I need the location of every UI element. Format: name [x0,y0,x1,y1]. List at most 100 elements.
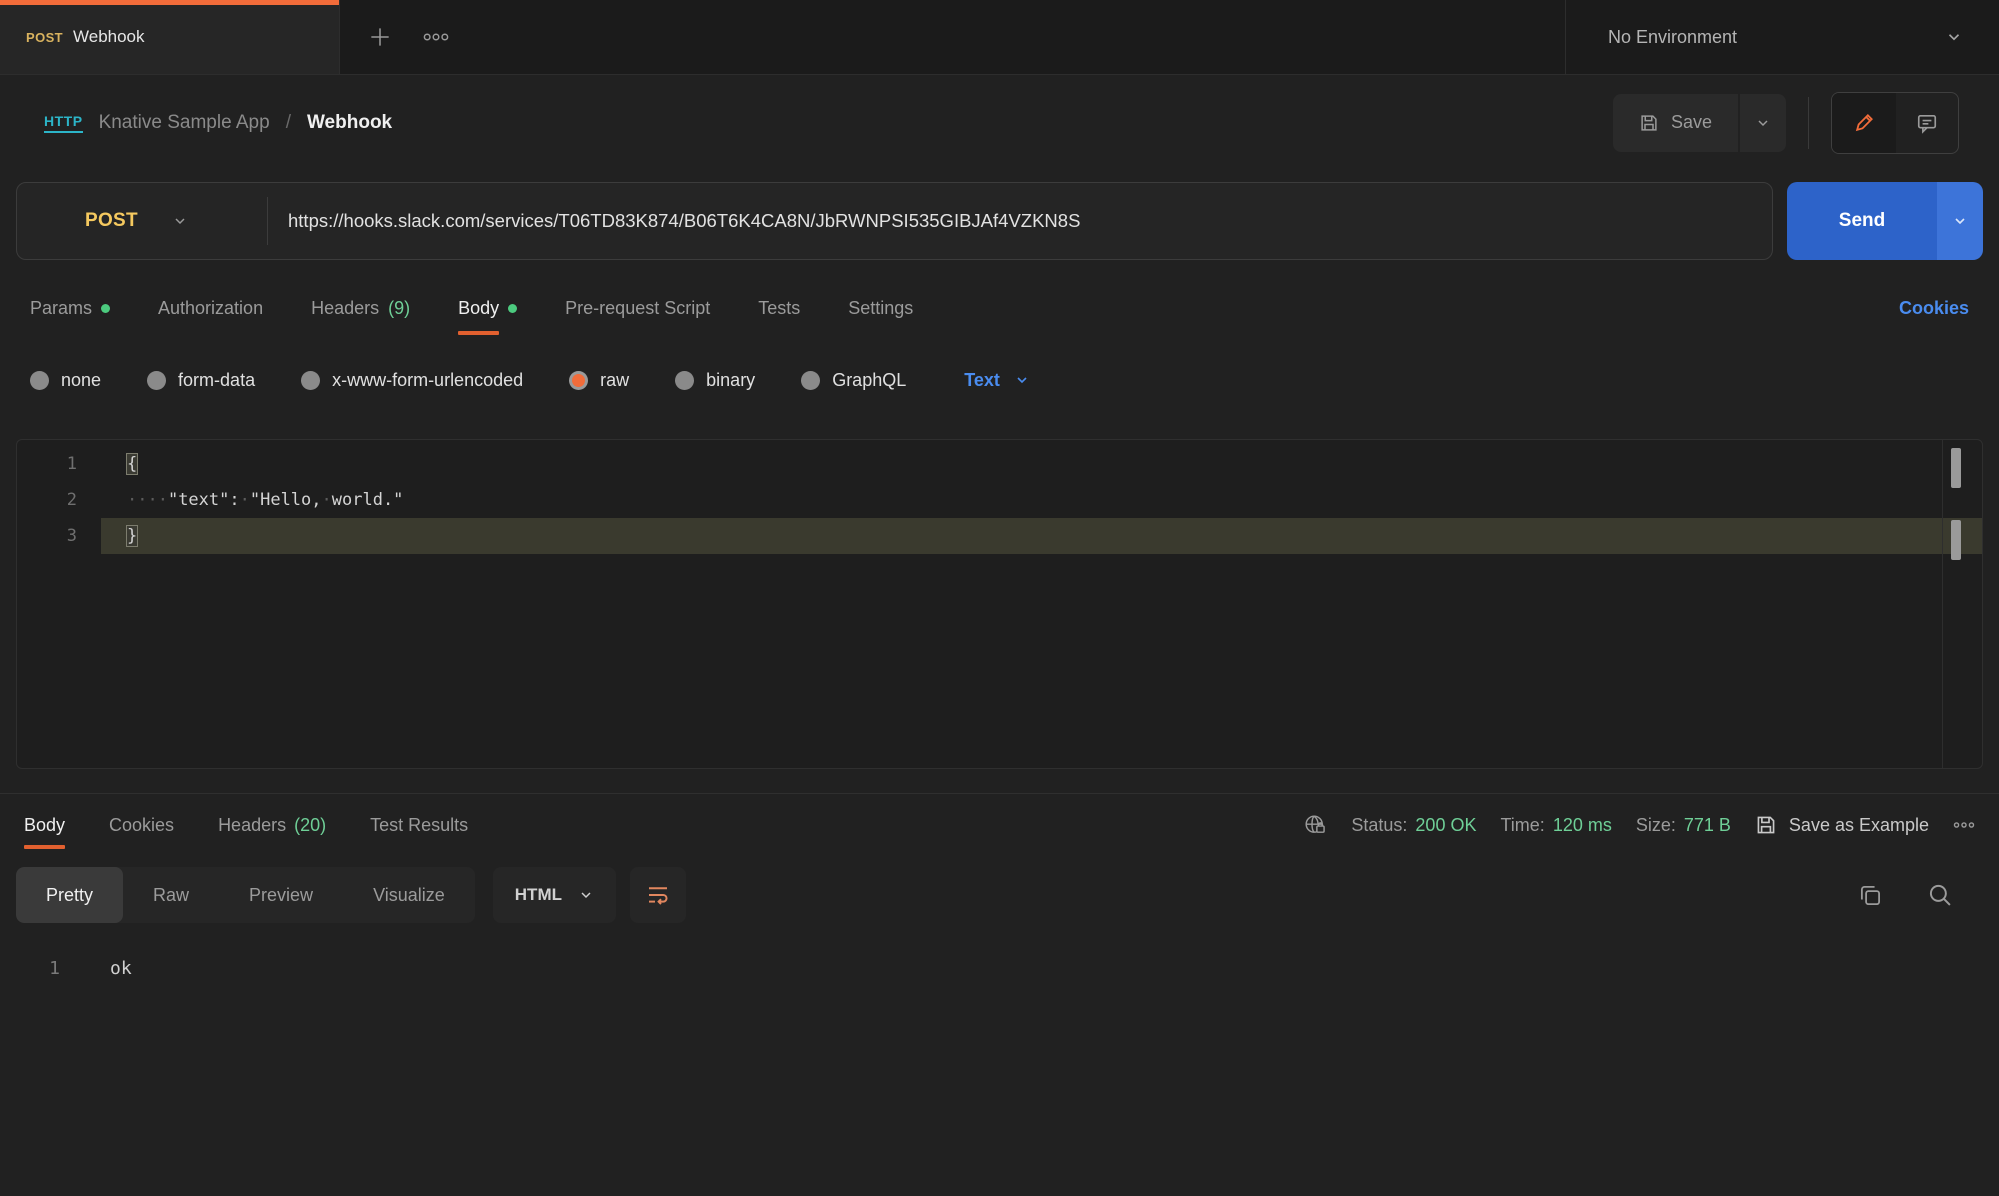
body-type-urlencoded[interactable]: x-www-form-urlencoded [301,370,523,391]
save-icon [1639,113,1659,133]
code-text: world." [332,490,404,510]
send-button-group: Send [1787,182,1983,260]
editor-line-active: 3 } [17,518,1982,554]
code-text: "Hello, [250,490,322,510]
tab-headers[interactable]: Headers (9) [311,272,410,345]
tab-options-button[interactable] [408,0,464,74]
actions-divider [1808,97,1809,149]
wrap-lines-button[interactable] [630,867,686,923]
chevron-down-icon [1945,28,1963,46]
body-type-form-data[interactable]: form-data [147,370,255,391]
raw-format-select[interactable]: Text [964,370,1030,391]
copy-response-button[interactable] [1857,882,1883,908]
tab-settings[interactable]: Settings [848,272,913,345]
status-indicator[interactable]: Status: 200 OK [1351,815,1476,836]
line-number: 1 [0,952,84,986]
request-body-editor[interactable]: 1 { 2 ····"text":·"Hello,·world." 3 } [16,439,1983,769]
body-active-dot [508,304,517,313]
edit-comment-group [1831,92,1959,154]
code-text: "text": [168,490,240,510]
response-line: 1 ok [0,952,1999,986]
body-type-graphql[interactable]: GraphQL [801,370,906,391]
response-tab-cookies[interactable]: Cookies [109,794,174,856]
tab-pre-request-script[interactable]: Pre-request Script [565,272,710,345]
line-number: 1 [17,446,101,482]
view-raw[interactable]: Raw [123,867,219,923]
tab-params[interactable]: Params [30,272,110,345]
method-select[interactable]: POST [17,210,267,232]
http-protocol-icon: HTTP [44,113,83,133]
new-tab-button[interactable] [352,0,408,74]
radio-icon [147,371,166,390]
body-type-none[interactable]: none [30,370,101,391]
save-button-label: Save [1671,112,1712,133]
tab-title: Webhook [73,27,145,47]
breadcrumb: HTTP Knative Sample App / Webhook [44,112,392,134]
environment-label: No Environment [1608,27,1737,48]
request-tab[interactable]: POST Webhook [0,0,340,74]
chevron-down-icon [1014,372,1030,388]
cookies-link[interactable]: Cookies [1899,298,1969,319]
request-header: HTTP Knative Sample App / Webhook Save [0,75,1999,170]
size-indicator[interactable]: Size: 771 B [1636,815,1731,836]
url-input[interactable] [268,210,1772,232]
time-indicator[interactable]: Time: 120 ms [1500,815,1611,836]
postman-app: POST Webhook No Environment HTTP Knative… [0,0,1999,1196]
chevron-down-icon [1755,115,1771,131]
active-tab-accent [0,0,339,5]
ruler-mark [1951,448,1961,488]
chevron-down-icon [172,213,188,229]
url-bar: POST [16,182,1773,260]
more-options-icon [1953,821,1975,829]
size-value: 771 B [1684,815,1731,836]
response-toolbar: Pretty Raw Preview Visualize HTML [0,856,1999,934]
comment-button[interactable] [1896,93,1958,153]
line-number: 2 [17,482,101,518]
plus-icon [367,24,393,50]
search-response-button[interactable] [1927,882,1953,908]
response-options-button[interactable] [1953,821,1975,829]
radio-icon [675,371,694,390]
comment-icon [1916,112,1938,134]
response-tab-test-results[interactable]: Test Results [370,794,468,856]
response-headers-count: (20) [294,815,326,836]
response-tab-body[interactable]: Body [24,794,65,856]
view-preview[interactable]: Preview [219,867,343,923]
save-button-group: Save [1613,94,1786,152]
status-value: 200 OK [1415,815,1476,836]
breadcrumb-separator: / [286,112,291,134]
save-options-button[interactable] [1740,94,1786,152]
copy-icon [1857,882,1883,908]
network-info-icon[interactable] [1303,813,1327,837]
editor-overview-ruler[interactable] [1942,440,1968,768]
body-type-row: none form-data x-www-form-urlencoded raw… [0,345,1999,415]
view-visualize[interactable]: Visualize [343,867,475,923]
body-type-raw[interactable]: raw [569,370,629,391]
close-brace: } [127,526,137,546]
response-body[interactable]: 1 ok [0,934,1999,986]
response-tab-headers[interactable]: Headers (20) [218,794,326,856]
params-active-dot [101,304,110,313]
search-icon [1927,882,1953,908]
tab-body[interactable]: Body [458,272,517,345]
response-format-select[interactable]: HTML [493,867,616,923]
response-format-label: HTML [515,885,562,905]
breadcrumb-collection[interactable]: Knative Sample App [99,112,270,134]
body-type-binary[interactable]: binary [675,370,755,391]
tab-tests[interactable]: Tests [758,272,800,345]
breadcrumb-request-name[interactable]: Webhook [307,112,392,134]
edit-request-button[interactable] [1832,93,1896,153]
response-meta: Status: 200 OK Time: 120 ms Size: 771 B … [1303,813,1975,837]
send-button[interactable]: Send [1787,182,1937,260]
send-options-button[interactable] [1937,182,1983,260]
response-text: ok [84,952,132,986]
view-pretty[interactable]: Pretty [16,867,123,923]
method-label: POST [85,210,138,232]
save-icon [1755,814,1777,836]
tab-authorization[interactable]: Authorization [158,272,263,345]
environment-selector[interactable]: No Environment [1565,0,1999,74]
response-toolbar-right [1857,882,1983,908]
save-button[interactable]: Save [1613,94,1738,152]
radio-icon [801,371,820,390]
save-as-example-button[interactable]: Save as Example [1755,814,1929,836]
